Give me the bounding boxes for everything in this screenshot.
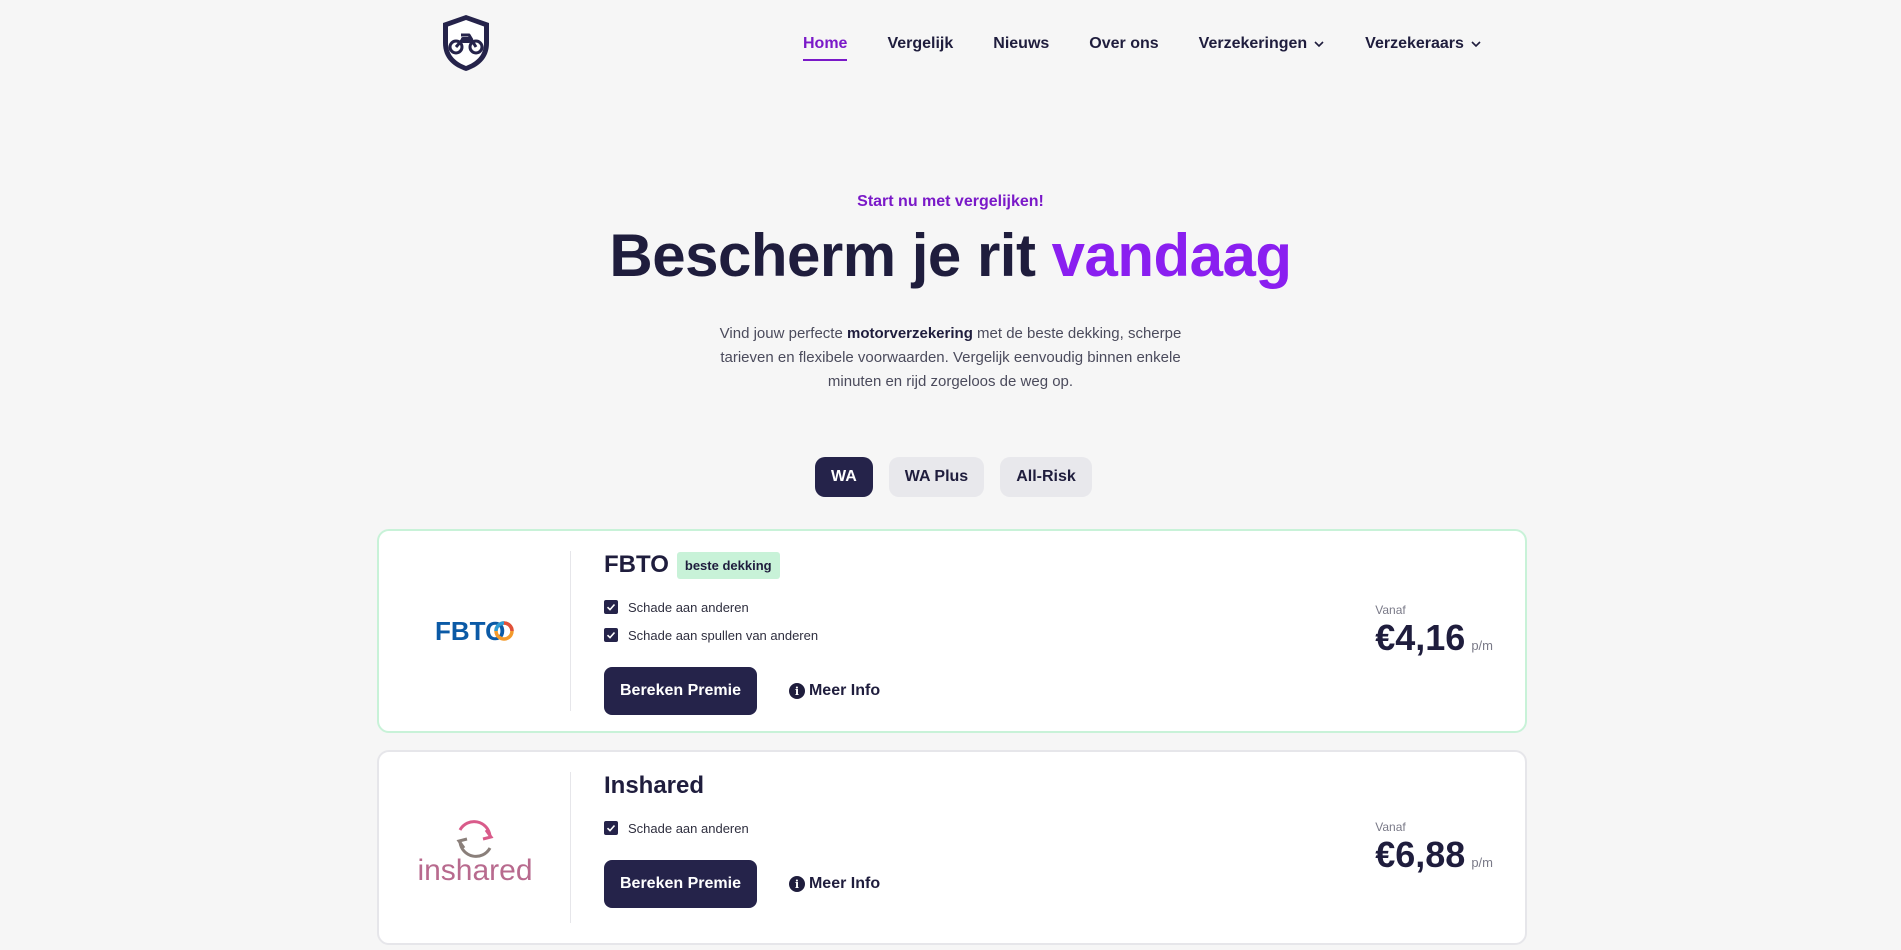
feature-label: Schade aan anderen (628, 599, 749, 615)
nav-vergelijk[interactable]: Vergelijk (887, 35, 953, 53)
insurer-card-inshared: inshared Inshared Schade aan anderen Ber… (377, 750, 1527, 945)
motorcycle-shield-logo-icon[interactable] (439, 13, 493, 73)
chevron-down-icon (1314, 41, 1324, 48)
price-unit: p/m (1471, 855, 1493, 870)
site-header: Home Vergelijk Nieuws Over ons Verzekeri… (0, 0, 1901, 92)
hero-intro: Vind jouw perfecte motorverzekering met … (700, 322, 1201, 394)
insurer-name: Inshared (604, 772, 705, 799)
nav-home[interactable]: Home (803, 35, 848, 61)
insurer-header: FBTO beste dekking (604, 551, 880, 579)
nav-verzekeraars[interactable]: Verzekeraars (1365, 35, 1482, 53)
more-info-link[interactable]: i Meer Info (788, 875, 881, 893)
card-actions: Bereken Premie i Meer Info (604, 860, 880, 908)
feature-item: Schade aan spullen van anderen (604, 621, 880, 649)
nav-over-ons-label: Over ons (1089, 35, 1159, 52)
price-block: Vanaf €6,88 p/m (1375, 820, 1493, 876)
nav-nieuws[interactable]: Nieuws (993, 35, 1049, 53)
feature-list: Schade aan anderen Schade aan spullen va… (604, 593, 880, 649)
more-info-label: Meer Info (808, 875, 881, 892)
main-nav: Home Vergelijk Nieuws Over ons Verzekeri… (803, 35, 1482, 61)
nav-nieuws-label: Nieuws (993, 35, 1050, 52)
info-icon: i (788, 683, 805, 699)
nav-verzekeringen-label: Verzekeringen (1198, 35, 1308, 52)
fbto-logo-icon: FBTO (435, 617, 514, 645)
nav-vergelijk-label: Vergelijk (887, 35, 954, 52)
fbto-logo: FBTO (379, 551, 571, 711)
feature-label: Schade aan anderen (628, 820, 749, 836)
inshared-logo-icon: inshared (417, 819, 532, 887)
nav-verzekeraars-label: Verzekeraars (1365, 35, 1464, 52)
hero-headline-main: Bescherm je rit (609, 222, 1052, 289)
tab-wa[interactable]: WA (815, 457, 873, 497)
nav-over-ons[interactable]: Over ons (1089, 35, 1158, 53)
insurer-card-fbto: FBTO FBTO beste dekking Schade aan ander… (377, 529, 1527, 733)
insurer-header: Inshared (604, 772, 880, 800)
checkbox-checked-icon (604, 821, 618, 835)
info-icon: i (788, 876, 805, 892)
price-block: Vanaf €4,16 p/m (1375, 603, 1493, 659)
coverage-tabs: WA WA Plus All-Risk (815, 457, 1092, 497)
price-from-label: Vanaf (1375, 820, 1406, 834)
hero-intro-bold: motorverzekering (846, 325, 973, 342)
price-row: €6,88 p/m (1375, 834, 1493, 876)
nav-verzekeringen[interactable]: Verzekeringen (1199, 35, 1326, 53)
hero-headline: Bescherm je rit vandaag (0, 220, 1901, 292)
more-info-label: Meer Info (808, 682, 881, 699)
tab-all-risk[interactable]: All-Risk (1000, 457, 1092, 497)
best-coverage-badge: beste dekking (676, 551, 780, 579)
card-body: Inshared Schade aan anderen Bereken Prem… (604, 772, 880, 908)
inshared-logo: inshared (379, 772, 571, 923)
feature-list: Schade aan anderen (604, 814, 880, 842)
tab-wa-plus[interactable]: WA Plus (888, 457, 985, 497)
hero-eyebrow: Start nu met vergelijken! (857, 193, 1044, 210)
card-actions: Bereken Premie i Meer Info (604, 667, 880, 715)
feature-item: Schade aan anderen (604, 593, 880, 621)
insurer-name: FBTO (604, 551, 669, 578)
feature-item: Schade aan anderen (604, 814, 880, 842)
chevron-down-icon (1471, 41, 1481, 48)
svg-text:inshared: inshared (417, 854, 532, 887)
price-row: €4,16 p/m (1375, 617, 1493, 659)
checkbox-checked-icon (604, 628, 618, 642)
calculate-premium-button[interactable]: Bereken Premie (604, 667, 757, 715)
checkbox-checked-icon (604, 600, 618, 614)
price-unit: p/m (1471, 638, 1493, 653)
price-amount: €4,16 (1375, 617, 1466, 658)
price-from-label: Vanaf (1375, 603, 1406, 617)
price-amount: €6,88 (1375, 834, 1466, 875)
hero-headline-accent: vandaag (1051, 222, 1292, 289)
feature-label: Schade aan spullen van anderen (628, 627, 819, 643)
card-body: FBTO beste dekking Schade aan anderen Sc… (604, 551, 880, 715)
nav-home-label: Home (803, 35, 848, 52)
calculate-premium-button[interactable]: Bereken Premie (604, 860, 757, 908)
more-info-link[interactable]: i Meer Info (788, 682, 881, 700)
hero-intro-before: Vind jouw perfecte (719, 325, 847, 342)
